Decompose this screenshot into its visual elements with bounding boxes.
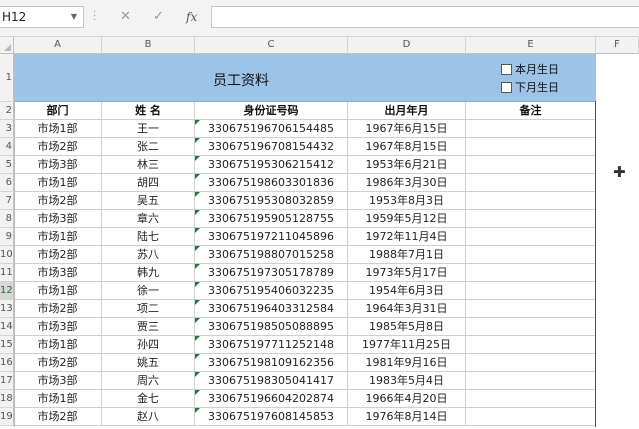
formula-bar: H12 ▼ · · · ✕ ✓ fx — [0, 0, 639, 37]
row-header-11[interactable]: 11 — [0, 264, 14, 282]
row-header-17[interactable]: 17 — [0, 372, 14, 390]
checkbox-next-month-label: 下月生日 — [515, 81, 559, 94]
table-border — [14, 101, 596, 427]
row-header-15[interactable]: 15 — [0, 336, 14, 354]
formula-input[interactable] — [211, 6, 639, 28]
row-header-6[interactable]: 6 — [0, 174, 14, 192]
cancel-icon[interactable]: ✕ — [120, 8, 131, 26]
checkbox-next-month[interactable]: 下月生日 — [501, 81, 559, 95]
checkbox-box-icon[interactable] — [501, 82, 512, 93]
drag-handle-icon[interactable]: · · · — [93, 8, 97, 26]
chevron-down-icon[interactable]: ▼ — [71, 7, 77, 27]
row-header-14[interactable]: 14 — [0, 318, 14, 336]
row-header-8[interactable]: 8 — [0, 210, 14, 228]
cell-cursor-icon: ✚ — [613, 163, 626, 181]
column-header-d[interactable]: D — [348, 37, 466, 54]
sheet-title: 员工资料 — [213, 73, 269, 89]
row-header-5[interactable]: 5 — [0, 156, 14, 174]
column-header-b[interactable]: B — [102, 37, 195, 54]
row-header-4[interactable]: 4 — [0, 138, 14, 156]
sheet-title-banner: 员工资料 本月生日 下月生日 — [14, 54, 596, 102]
row-header-12[interactable]: 12 — [0, 282, 14, 300]
row-header-2[interactable]: 2 — [0, 102, 14, 120]
name-box-value: H12 — [2, 10, 27, 24]
column-header-c[interactable]: C — [195, 37, 348, 54]
checkbox-this-month-label: 本月生日 — [515, 63, 559, 76]
select-all-corner[interactable] — [0, 37, 14, 54]
row-header-1[interactable]: 1 — [0, 54, 14, 102]
insert-function-icon[interactable]: fx — [186, 8, 197, 26]
row-header-3[interactable]: 3 — [0, 120, 14, 138]
row-header-13[interactable]: 13 — [0, 300, 14, 318]
row-header-7[interactable]: 7 — [0, 192, 14, 210]
checkbox-this-month[interactable]: 本月生日 — [501, 63, 559, 77]
column-header-e[interactable]: E — [466, 37, 596, 54]
row-header-16[interactable]: 16 — [0, 354, 14, 372]
row-header-18[interactable]: 18 — [0, 390, 14, 408]
row-header-19[interactable]: 19 — [0, 408, 14, 426]
checkbox-box-icon[interactable] — [501, 64, 512, 75]
name-box[interactable]: H12 ▼ — [0, 6, 84, 28]
row-header-10[interactable]: 10 — [0, 246, 14, 264]
enter-icon[interactable]: ✓ — [153, 8, 164, 26]
column-header-a[interactable]: A — [14, 37, 102, 54]
column-header-f[interactable]: F — [596, 37, 639, 54]
row-header-9[interactable]: 9 — [0, 228, 14, 246]
